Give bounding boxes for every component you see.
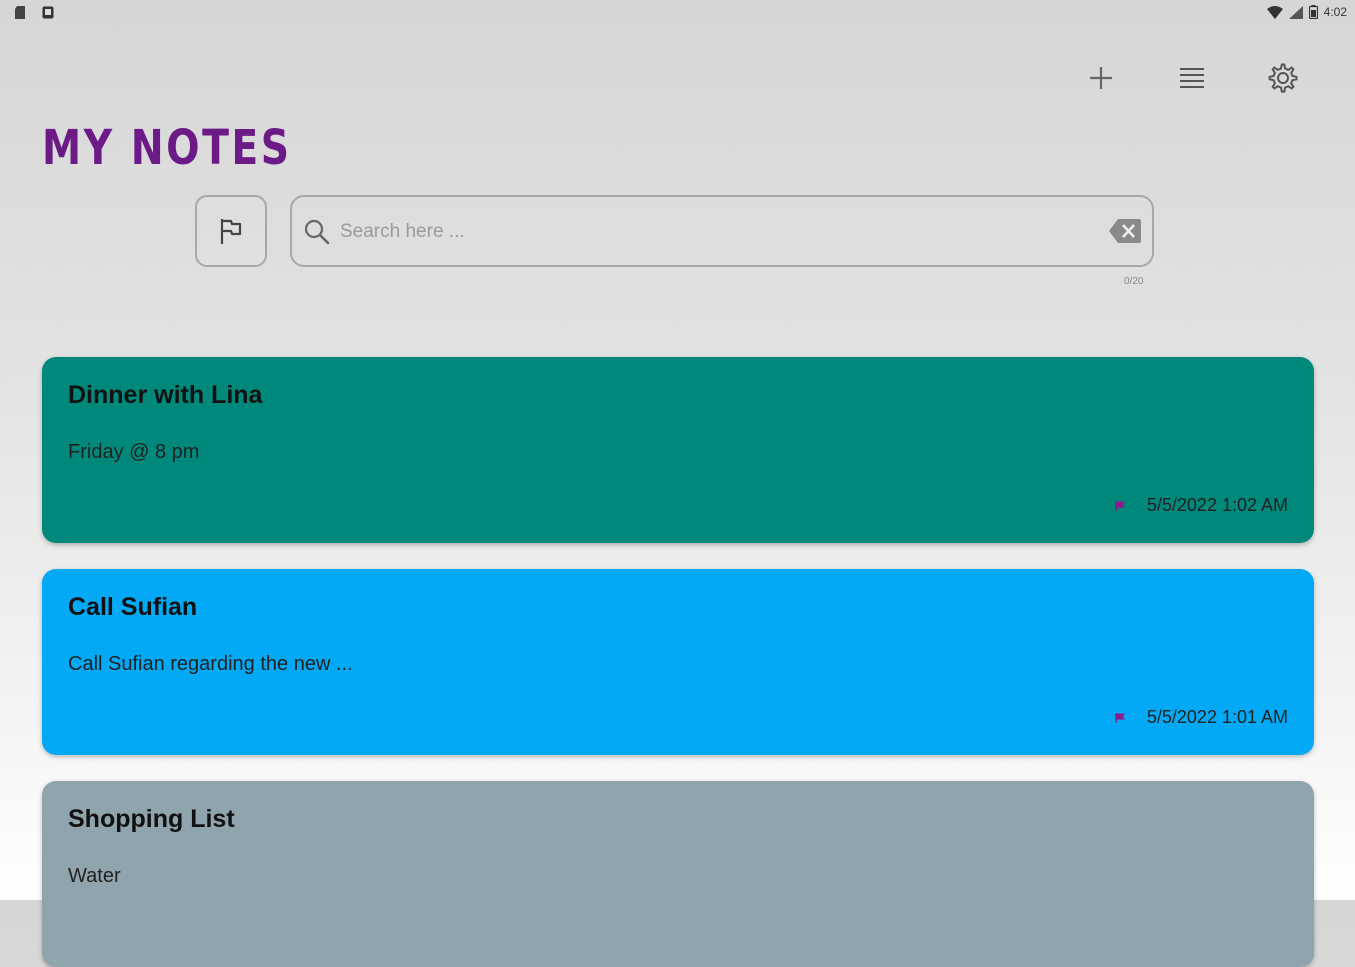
sd-card-icon bbox=[15, 6, 25, 19]
flag-icon bbox=[1115, 500, 1125, 511]
page-title: MY NOTES bbox=[42, 120, 292, 176]
gear-icon bbox=[1268, 63, 1298, 93]
signal-icon bbox=[1288, 5, 1303, 19]
note-title: Shopping List bbox=[68, 805, 235, 833]
flag-filter-button[interactable] bbox=[195, 195, 267, 267]
plus-icon bbox=[1090, 67, 1112, 89]
search-input[interactable] bbox=[340, 211, 1100, 253]
search-box bbox=[290, 195, 1154, 267]
note-title: Dinner with Lina bbox=[68, 381, 263, 409]
clear-search-button[interactable] bbox=[1108, 217, 1142, 245]
status-bar: 4:02 bbox=[0, 0, 1355, 28]
note-body: Water bbox=[68, 865, 121, 887]
note-meta: 5/5/2022 1:01 AM bbox=[1115, 707, 1288, 728]
flag-icon bbox=[220, 219, 242, 244]
flag-icon bbox=[1115, 712, 1125, 723]
note-card[interactable]: Call Sufian Call Sufian regarding the ne… bbox=[42, 569, 1314, 755]
note-body: Call Sufian regarding the new ... bbox=[68, 653, 353, 675]
wifi-icon bbox=[1266, 5, 1283, 19]
list-view-button[interactable] bbox=[1172, 58, 1212, 98]
note-meta: 5/5/2022 1:02 AM bbox=[1115, 495, 1288, 516]
add-note-button[interactable] bbox=[1081, 58, 1121, 98]
settings-button[interactable] bbox=[1263, 58, 1303, 98]
note-title: Call Sufian bbox=[68, 593, 198, 621]
battery-icon bbox=[1308, 5, 1318, 19]
note-body: Friday @ 8 pm bbox=[68, 441, 200, 463]
list-view-icon bbox=[1180, 68, 1204, 88]
note-card[interactable]: Dinner with Lina Friday @ 8 pm 5/5/2022 … bbox=[42, 357, 1314, 543]
note-date: 5/5/2022 1:02 AM bbox=[1146, 495, 1288, 515]
search-icon bbox=[304, 219, 330, 245]
status-time: 4:02 bbox=[1323, 5, 1347, 19]
search-char-count: 0/20 bbox=[1124, 276, 1144, 287]
status-bar-right: 4:02 bbox=[1266, 5, 1347, 19]
note-date: 5/5/2022 1:01 AM bbox=[1146, 707, 1288, 727]
notification-icon bbox=[42, 6, 54, 19]
note-card[interactable]: Shopping List Water bbox=[42, 781, 1314, 967]
status-bar-left bbox=[14, 6, 54, 19]
